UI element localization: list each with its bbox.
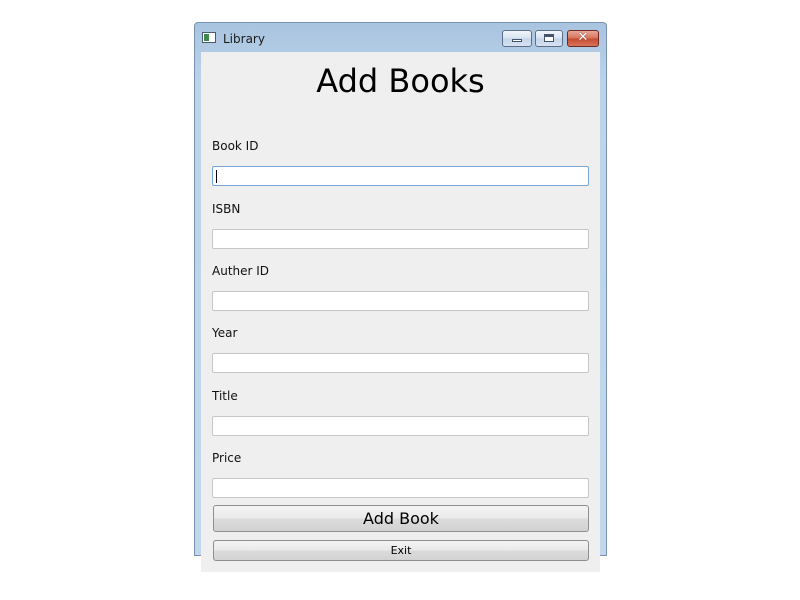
minimize-button[interactable] [502,30,532,47]
title-label: Title [212,389,238,403]
minimize-icon [512,39,522,42]
title-input[interactable] [212,416,589,436]
isbn-label: ISBN [212,202,241,216]
window-title: Library [223,32,265,46]
year-input[interactable] [212,353,589,373]
library-window: Library ✕ Add Books Book ID ISBN Auther … [194,22,607,572]
maximize-icon [544,34,554,42]
isbn-input[interactable] [212,229,589,249]
exit-button[interactable]: Exit [213,540,589,561]
close-icon: ✕ [577,30,589,45]
book-id-input[interactable] [212,166,589,186]
page-title: Add Books [316,62,485,100]
app-window-icon [202,32,216,43]
year-label: Year [212,326,238,340]
auther-id-input[interactable] [212,291,589,311]
price-input[interactable] [212,478,589,498]
book-id-label: Book ID [212,139,259,153]
close-button[interactable]: ✕ [567,30,599,47]
form-panel: Add Books Book ID ISBN Auther ID Year Ti… [201,52,600,572]
price-label: Price [212,451,242,465]
title-bar[interactable]: Library ✕ [195,23,606,51]
auther-id-label: Auther ID [212,264,270,278]
maximize-button[interactable] [535,30,563,47]
add-book-button[interactable]: Add Book [213,505,589,532]
text-caret [216,170,217,183]
